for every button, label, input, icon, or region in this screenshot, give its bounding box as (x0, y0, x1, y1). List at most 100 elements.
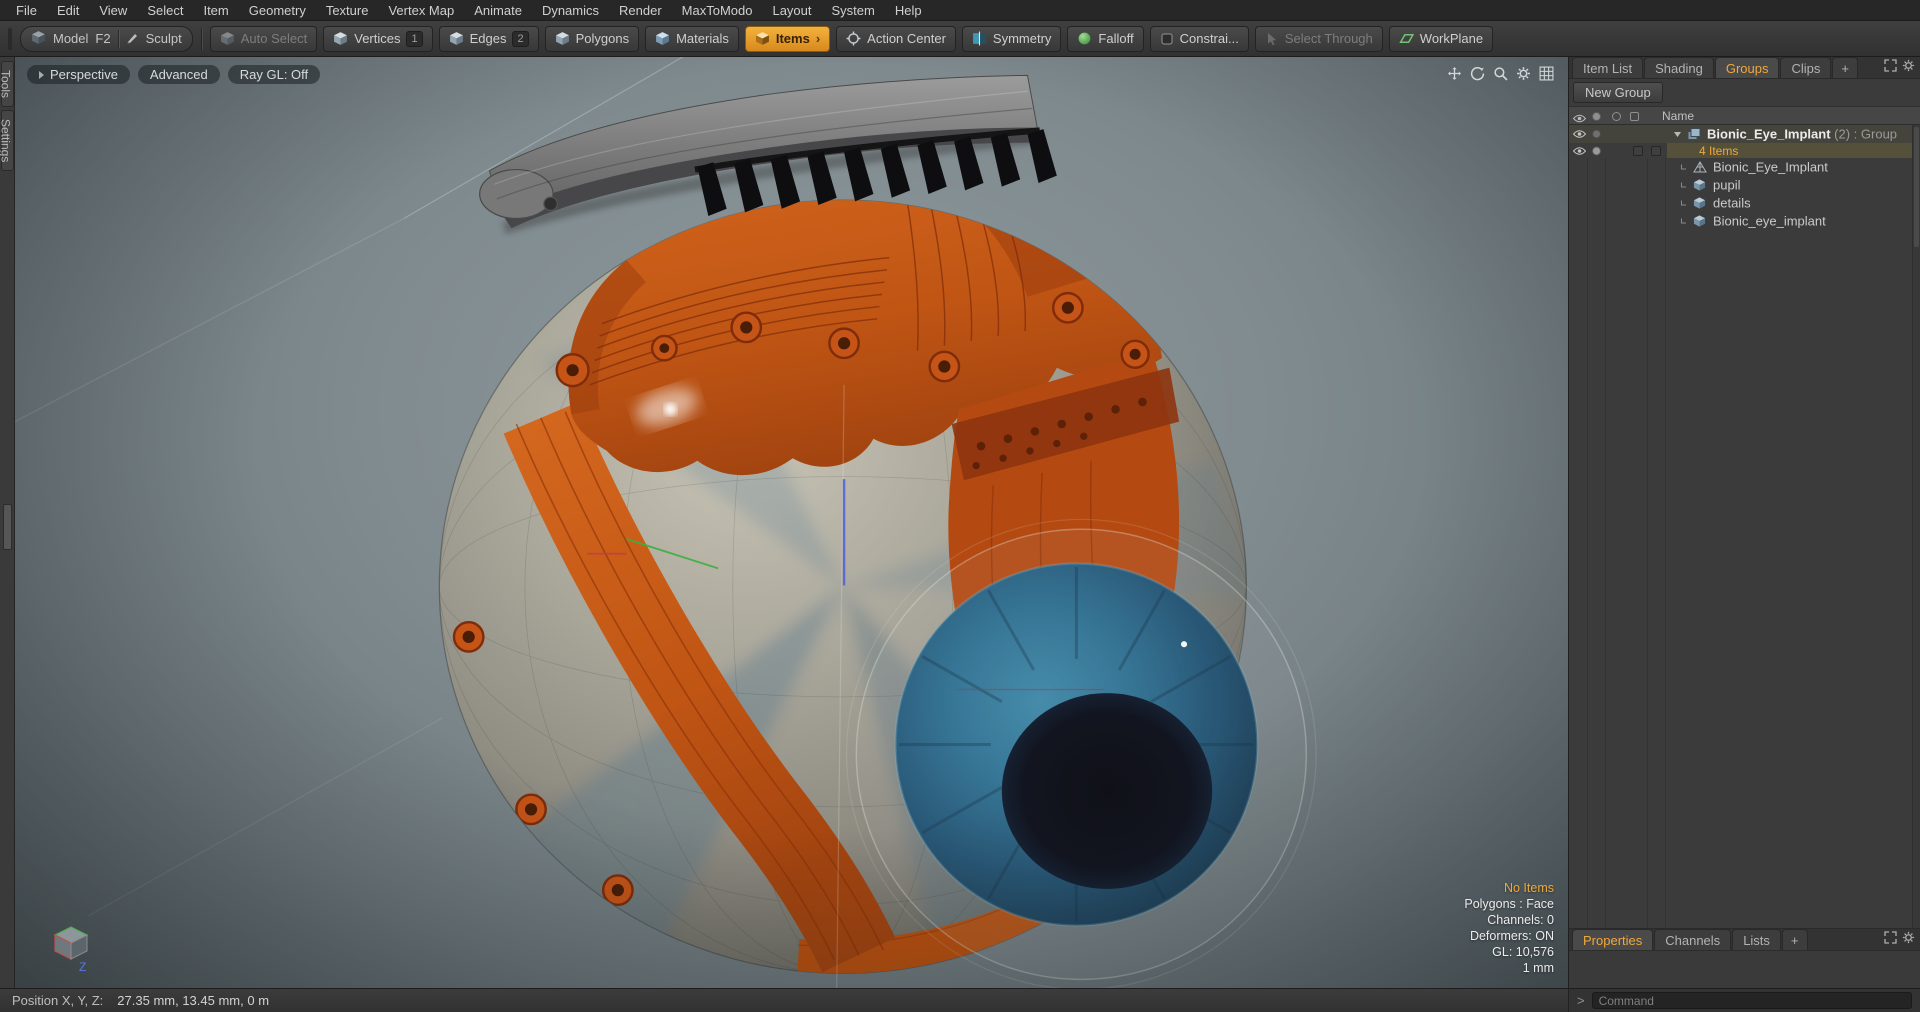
gear-icon[interactable] (1516, 66, 1531, 81)
channels-status: Channels: 0 (1487, 913, 1554, 927)
new-group-button[interactable]: New Group (1573, 82, 1663, 103)
tree-row-child[interactable]: Bionic_eye_implant (1569, 212, 1920, 230)
panel-gear-icon[interactable] (1902, 931, 1915, 947)
tree-row-group[interactable]: Bionic_Eye_Implant (2) : Group (1569, 125, 1920, 143)
sculpt-mode-button[interactable]: Sculpt (146, 31, 182, 46)
row-render-toggle-icon[interactable] (1591, 129, 1602, 140)
left-strip-handle[interactable] (2, 504, 12, 551)
menu-item-texture[interactable]: Texture (316, 1, 379, 20)
tree-row-items-count[interactable]: 4 Items (1569, 143, 1920, 158)
item-cube-icon (1693, 179, 1706, 192)
command-input[interactable] (1591, 992, 1912, 1009)
orbit-icon[interactable] (1470, 66, 1485, 81)
tab-shading[interactable]: Shading (1644, 57, 1714, 78)
group-name[interactable]: Bionic_Eye_Implant (1707, 127, 1831, 142)
menu-item-edit[interactable]: Edit (47, 1, 89, 20)
tab-channels[interactable]: Channels (1654, 929, 1732, 950)
tab-groups[interactable]: Groups (1714, 57, 1780, 78)
panel-gear-icon[interactable] (1902, 59, 1915, 75)
right-panel-bottom-tabs: Properties Channels Lists + (1569, 928, 1920, 950)
model-mode-button[interactable]: Model (53, 31, 88, 46)
falloff-button[interactable]: Falloff (1067, 25, 1144, 52)
menu-item-layout[interactable]: Layout (762, 1, 821, 20)
row-checkbox[interactable] (1651, 145, 1661, 156)
menu-item-item[interactable]: Item (193, 1, 238, 20)
model-cube-icon (31, 30, 46, 48)
viewport-header: Perspective Advanced Ray GL: Off (27, 65, 321, 84)
row-checkbox[interactable] (1633, 145, 1643, 156)
menu-item-maxtomodo[interactable]: MaxToModo (672, 1, 763, 20)
tab-add-button[interactable]: + (1832, 57, 1858, 78)
item-label[interactable]: pupil (1713, 178, 1740, 193)
3d-viewport[interactable]: Perspective Advanced Ray GL: Off No Item… (15, 57, 1568, 988)
toolbar-handle[interactable] (8, 27, 12, 50)
tree-scrollbar[interactable] (1912, 125, 1920, 928)
axis-z-label: Z (79, 960, 87, 974)
vertices-shortcut-badge: 1 (406, 30, 423, 47)
symmetry-button[interactable]: Symmetry (961, 25, 1062, 52)
tree-row-child[interactable]: Bionic_Eye_Implant (1569, 158, 1920, 176)
expand-panel-icon[interactable] (1884, 931, 1897, 947)
name-column-header[interactable]: Name (1662, 109, 1694, 123)
action-center-button[interactable]: Action Center (836, 25, 956, 52)
command-bar: > (1568, 989, 1920, 1012)
menu-item-render[interactable]: Render (609, 1, 672, 20)
menu-item-system[interactable]: System (822, 1, 885, 20)
menu-item-help[interactable]: Help (885, 1, 932, 20)
branch-line (1681, 200, 1686, 206)
row-visibility-eye-icon[interactable] (1573, 130, 1586, 139)
expand-arrow-icon[interactable] (1673, 130, 1682, 139)
expand-panel-icon[interactable] (1884, 59, 1897, 75)
items-cube-icon (755, 32, 769, 45)
menu-item-animate[interactable]: Animate (464, 1, 532, 20)
pan-icon[interactable] (1447, 66, 1462, 81)
sculpt-brush-icon (126, 31, 139, 47)
item-label[interactable]: Bionic_eye_implant (1713, 214, 1826, 229)
items-mode-button[interactable]: Items › (744, 25, 831, 52)
materials-mode-button[interactable]: Materials (645, 25, 739, 52)
visibility-column-eye-icon (1572, 112, 1587, 126)
zoom-icon[interactable] (1493, 66, 1508, 81)
axis-orientation-widget (45, 913, 97, 968)
viewport-tool-icons (1447, 66, 1554, 81)
tab-lists[interactable]: Lists (1732, 929, 1781, 950)
tree-row-child[interactable]: details (1569, 194, 1920, 212)
edges-mode-button[interactable]: Edges 2 (438, 25, 539, 52)
constraints-button[interactable]: Constrai... (1149, 25, 1249, 52)
position-value: 27.35 mm, 13.45 mm, 0 m (117, 993, 270, 1008)
viewport-shading-dropdown[interactable]: Advanced (137, 65, 220, 84)
menu-item-vertex-map[interactable]: Vertex Map (378, 1, 464, 20)
model-shortcut: F2 (95, 31, 111, 46)
tree-row-child[interactable]: pupil (1569, 176, 1920, 194)
select-through-button[interactable]: Select Through (1254, 25, 1383, 52)
menu-item-dynamics[interactable]: Dynamics (532, 1, 609, 20)
menu-item-select[interactable]: Select (137, 1, 193, 20)
right-panel-tabs: Item List Shading Groups Clips + (1569, 57, 1920, 79)
tab-properties[interactable]: Properties (1572, 929, 1654, 950)
viewport-mode-dropdown[interactable]: Perspective (27, 65, 130, 84)
position-label: Position X, Y, Z: (12, 993, 104, 1008)
item-label[interactable]: details (1713, 196, 1751, 211)
menu-item-geometry[interactable]: Geometry (239, 1, 316, 20)
vertices-mode-button[interactable]: Vertices 1 (323, 25, 433, 52)
bottom-bar: Position X, Y, Z: 27.35 mm, 13.45 mm, 0 … (0, 988, 1920, 1012)
item-label[interactable]: Bionic_Eye_Implant (1713, 160, 1828, 175)
grid-icon[interactable] (1539, 66, 1554, 81)
auto-select-button[interactable]: Auto Select (209, 25, 318, 52)
row-visibility-eye-icon[interactable] (1573, 146, 1586, 155)
tab-item-list[interactable]: Item List (1572, 57, 1644, 78)
workplane-button[interactable]: WorkPlane (1388, 25, 1494, 52)
settings-vertical-tab[interactable]: Settings (0, 110, 14, 172)
tools-vertical-tab[interactable]: Tools (0, 61, 14, 108)
polygons-mode-button[interactable]: Polygons (544, 25, 640, 52)
viewport-raygl-dropdown[interactable]: Ray GL: Off (227, 65, 321, 84)
right-panel: Item List Shading Groups Clips + New Gro… (1568, 57, 1920, 988)
menu-item-view[interactable]: View (89, 1, 137, 20)
group-layers-icon (1687, 128, 1701, 141)
edges-cube-icon (449, 32, 463, 45)
constraints-checkbox-icon (1161, 33, 1173, 44)
tab-add-button[interactable]: + (1781, 929, 1808, 950)
menu-item-file[interactable]: File (6, 1, 47, 20)
row-render-toggle-icon[interactable] (1591, 145, 1602, 156)
tab-clips[interactable]: Clips (1780, 57, 1832, 78)
